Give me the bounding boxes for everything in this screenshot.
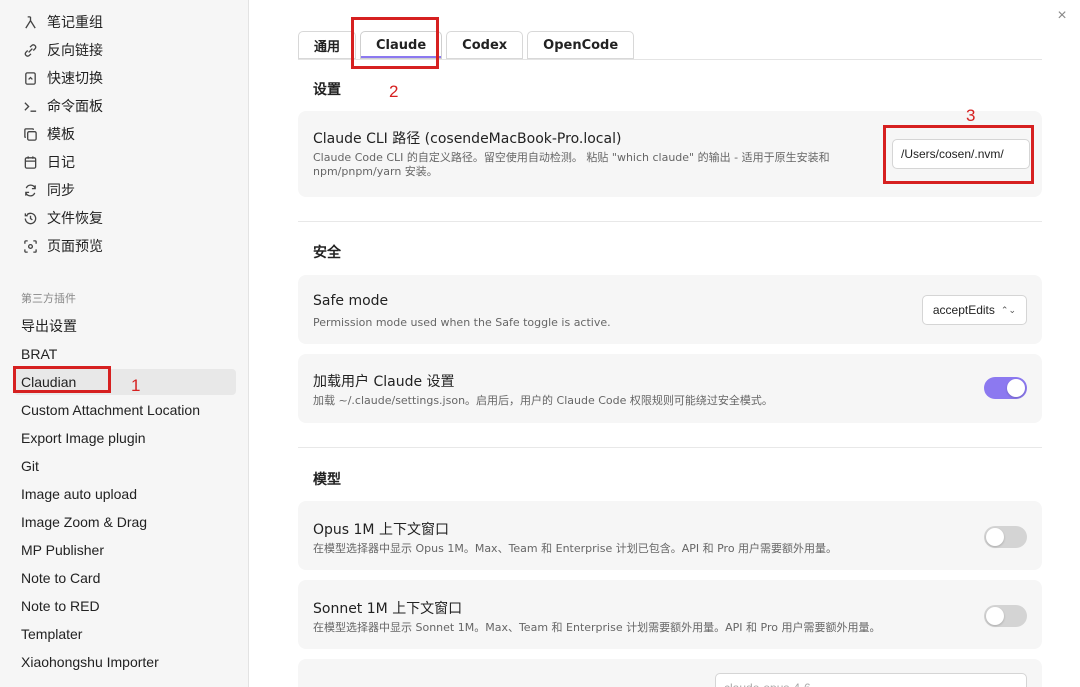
opus-1m-toggle[interactable] bbox=[984, 526, 1027, 548]
load-user-settings-toggle[interactable] bbox=[984, 377, 1027, 399]
sidebar-plugin-git[interactable]: Git bbox=[14, 453, 236, 479]
group-title-security: 安全 bbox=[313, 245, 341, 261]
third-party-plugins-heading: 第三方插件 bbox=[21, 292, 76, 305]
setting-opus-1m: Opus 1M 上下文窗口 在模型选择器中显示 Opus 1M。Max、Team… bbox=[298, 501, 1042, 570]
setting-safe-mode: Safe mode Permission mode used when the … bbox=[298, 275, 1042, 344]
claude-cli-path-input[interactable] bbox=[892, 139, 1030, 169]
tab-codex[interactable]: Codex bbox=[446, 31, 524, 59]
sidebar-plugin-image-auto-upload[interactable]: Image auto upload bbox=[14, 481, 236, 507]
model-input[interactable]: claude-opus-4-6 bbox=[715, 673, 1027, 687]
setting-desc-line2: npm/pnpm/yarn 安装。 bbox=[313, 165, 438, 178]
setting-desc: 在模型选择器中显示 Sonnet 1M。Max、Team 和 Enterpris… bbox=[313, 621, 881, 634]
safe-mode-value: acceptEdits bbox=[932, 303, 995, 317]
toggle-knob bbox=[986, 528, 1004, 546]
setting-name: Safe mode bbox=[313, 293, 389, 309]
setting-name: 加载用户 Claude 设置 bbox=[313, 374, 455, 390]
setting-name: Sonnet 1M 上下文窗口 bbox=[313, 601, 463, 617]
setting-desc-line1: Claude Code CLI 的自定义路径。留空使用自动检测。 粘贴 "whi… bbox=[313, 151, 830, 164]
setting-sonnet-1m: Sonnet 1M 上下文窗口 在模型选择器中显示 Sonnet 1M。Max、… bbox=[298, 580, 1042, 649]
tab-opencode[interactable]: OpenCode bbox=[527, 31, 635, 59]
sidebar-item-note-composer[interactable]: 笔记重组 bbox=[21, 10, 103, 34]
terminal-icon bbox=[21, 99, 39, 114]
group-title-model: 模型 bbox=[313, 472, 341, 488]
sidebar-item-templates[interactable]: 模板 bbox=[21, 122, 75, 146]
sidebar-plugin-note-to-red[interactable]: Note to RED bbox=[14, 593, 236, 619]
setting-name: Claude CLI 路径 (cosendeMacBook-Pro.local) bbox=[313, 131, 622, 147]
sidebar-plugin-brat[interactable]: BRAT bbox=[14, 341, 236, 367]
sidebar-plugin-note-to-card[interactable]: Note to Card bbox=[14, 565, 236, 591]
sidebar-plugin-xiaohongshu-importer[interactable]: Xiaohongshu Importer bbox=[14, 649, 236, 675]
calendar-icon bbox=[21, 155, 39, 170]
provider-tabs: 通用 Claude Codex OpenCode bbox=[298, 31, 635, 59]
sidebar-plugin-image-zoom-drag[interactable]: Image Zoom & Drag bbox=[14, 509, 236, 535]
annotation-number-3: 3 bbox=[966, 106, 976, 125]
close-icon[interactable]: × bbox=[1054, 8, 1070, 24]
sidebar-item-page-preview[interactable]: 页面预览 bbox=[21, 234, 103, 258]
setting-claude-cli-path: Claude CLI 路径 (cosendeMacBook-Pro.local)… bbox=[298, 111, 1042, 197]
sidebar-item-command-palette[interactable]: 命令面板 bbox=[21, 94, 103, 118]
toggle-knob bbox=[1007, 379, 1025, 397]
sidebar-plugin-export-settings[interactable]: 导出设置 bbox=[14, 313, 236, 339]
group-title-settings: 设置 bbox=[313, 82, 341, 98]
sidebar-plugin-custom-attachment-location[interactable]: Custom Attachment Location bbox=[14, 397, 236, 423]
quick-switch-icon bbox=[21, 71, 39, 86]
tabs-divider bbox=[298, 59, 1042, 60]
sidebar-item-sync[interactable]: 同步 bbox=[21, 178, 75, 202]
preview-icon bbox=[21, 239, 39, 254]
backlink-icon bbox=[21, 43, 39, 58]
setting-desc: Permission mode used when the Safe toggl… bbox=[313, 316, 611, 329]
settings-sidebar: 笔记重组 反向链接 快速切换 命令面板 模板 日记 同步 文件恢复 页面预览 第… bbox=[0, 0, 249, 687]
section-divider bbox=[298, 221, 1042, 222]
safe-mode-select[interactable]: acceptEdits ⌃⌄ bbox=[921, 295, 1027, 325]
sonnet-1m-toggle[interactable] bbox=[984, 605, 1027, 627]
chevron-updown-icon: ⌃⌄ bbox=[1000, 304, 1016, 315]
sidebar-item-backlinks[interactable]: 反向链接 bbox=[21, 38, 103, 62]
section-divider bbox=[298, 447, 1042, 448]
setting-load-user-claude-settings: 加载用户 Claude 设置 加载 ~/.claude/settings.jso… bbox=[298, 354, 1042, 423]
sidebar-plugin-export-image[interactable]: Export Image plugin bbox=[14, 425, 236, 451]
toggle-knob bbox=[986, 607, 1004, 625]
sidebar-plugin-claudian[interactable]: Claudian bbox=[14, 369, 236, 395]
history-icon bbox=[21, 211, 39, 226]
setting-name: Opus 1M 上下文窗口 bbox=[313, 522, 449, 538]
sidebar-item-quick-switcher[interactable]: 快速切换 bbox=[21, 66, 103, 90]
settings-content: × 通用 Claude Codex OpenCode 设置 Claude CLI… bbox=[250, 0, 1080, 687]
setting-desc: 加载 ~/.claude/settings.json。启用后，用户的 Claud… bbox=[313, 394, 773, 407]
annotation-number-2: 2 bbox=[389, 82, 399, 101]
template-icon bbox=[21, 127, 39, 142]
merge-icon bbox=[21, 15, 39, 30]
setting-desc: 在模型选择器中显示 Opus 1M。Max、Team 和 Enterprise … bbox=[313, 542, 838, 555]
annotation-number-1: 1 bbox=[131, 376, 141, 395]
sidebar-plugin-templater[interactable]: Templater bbox=[14, 621, 236, 647]
sync-icon bbox=[21, 183, 39, 198]
tab-general[interactable]: 通用 bbox=[298, 31, 357, 59]
sidebar-plugin-mp-publisher[interactable]: MP Publisher bbox=[14, 537, 236, 563]
tab-claude[interactable]: Claude bbox=[360, 31, 443, 59]
sidebar-item-file-recovery[interactable]: 文件恢复 bbox=[21, 206, 103, 230]
setting-model-partial: claude-opus-4-6 bbox=[298, 659, 1042, 687]
sidebar-item-daily-notes[interactable]: 日记 bbox=[21, 150, 75, 174]
